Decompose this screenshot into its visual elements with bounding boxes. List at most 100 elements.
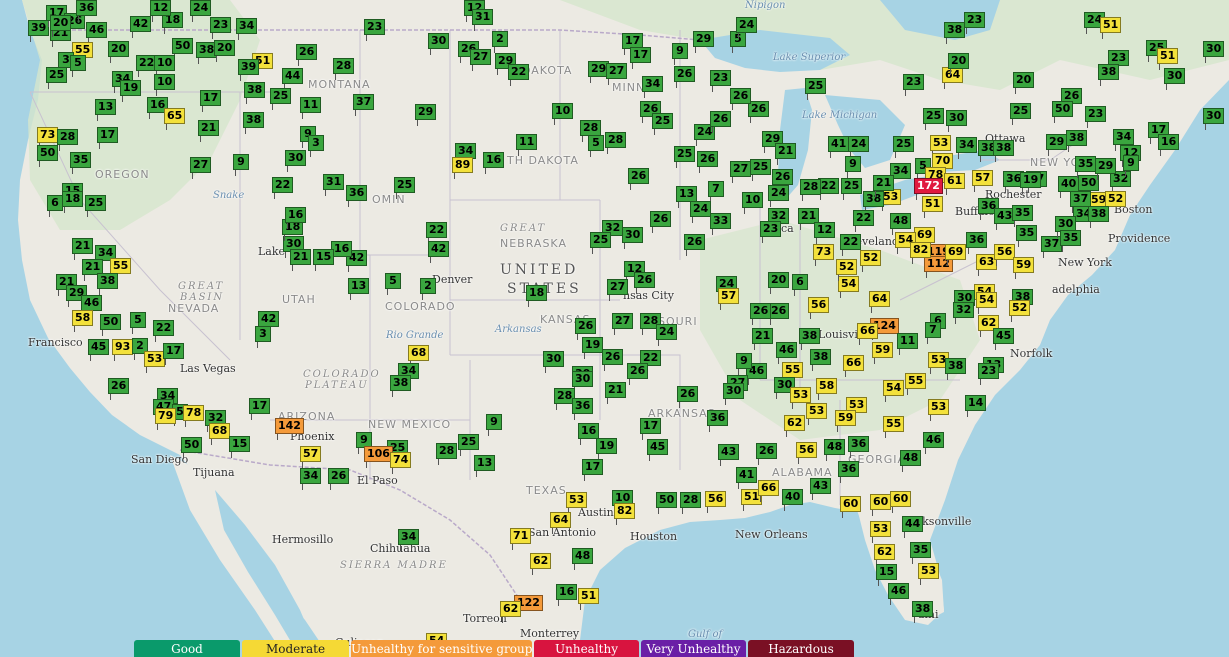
aqi-station-marker[interactable]: 13 — [348, 278, 370, 300]
aqi-station-marker[interactable]: 29 — [1046, 134, 1068, 156]
aqi-station-marker[interactable]: 46 — [81, 295, 103, 317]
aqi-station-marker[interactable]: 59 — [1013, 257, 1035, 279]
aqi-station-marker[interactable]: 5 — [588, 135, 604, 157]
aqi-station-marker[interactable]: 59 — [835, 410, 857, 432]
aqi-station-marker[interactable]: 48 — [900, 450, 922, 472]
aqi-station-marker[interactable]: 64 — [550, 512, 572, 534]
aqi-station-marker[interactable]: 16 — [285, 207, 307, 229]
aqi-station-marker[interactable]: 21 — [873, 175, 895, 197]
aqi-station-marker[interactable]: 23 — [964, 12, 986, 34]
aqi-station-marker[interactable]: 35 — [1075, 156, 1097, 178]
aqi-station-marker[interactable]: 25 — [590, 232, 612, 254]
aqi-station-marker[interactable]: 38 — [993, 140, 1015, 162]
aqi-station-marker[interactable]: 62 — [500, 601, 522, 623]
aqi-station-marker[interactable]: 35 — [1012, 205, 1034, 227]
aqi-station-marker[interactable]: 25 — [46, 67, 68, 89]
aqi-station-marker[interactable]: 64 — [942, 67, 964, 89]
aqi-station-marker[interactable]: 46 — [923, 432, 945, 454]
aqi-station-marker[interactable]: 35 — [1016, 225, 1038, 247]
aqi-station-marker[interactable]: 25 — [270, 88, 292, 110]
aqi-station-marker[interactable]: 34 — [1113, 129, 1135, 151]
aqi-station-marker[interactable]: 14 — [965, 395, 987, 417]
aqi-station-marker[interactable]: 89 — [452, 157, 474, 179]
aqi-station-marker[interactable]: 30 — [285, 150, 307, 172]
aqi-station-marker[interactable]: 7 — [708, 181, 724, 203]
aqi-station-marker[interactable]: 50 — [100, 314, 122, 336]
aqi-station-marker[interactable]: 26 — [628, 168, 650, 190]
aqi-station-marker[interactable]: 30 — [543, 351, 565, 373]
aqi-station-marker[interactable]: 43 — [718, 444, 740, 466]
aqi-station-marker[interactable]: 20 — [768, 272, 790, 294]
aqi-station-marker[interactable]: 16 — [578, 423, 600, 445]
aqi-station-marker[interactable]: 30 — [1203, 108, 1225, 130]
aqi-station-marker[interactable]: 38 — [945, 358, 967, 380]
aqi-station-marker[interactable]: 93 — [112, 339, 134, 361]
aqi-station-marker[interactable]: 26 — [697, 151, 719, 173]
aqi-station-marker[interactable]: 66 — [758, 480, 780, 502]
aqi-station-marker[interactable]: 28 — [436, 443, 458, 465]
aqi-station-marker[interactable]: 56 — [705, 491, 727, 513]
aqi-station-marker[interactable]: 13 — [474, 455, 496, 477]
aqi-station-marker[interactable]: 26 — [575, 318, 597, 340]
aqi-station-marker[interactable]: 30 — [572, 371, 594, 393]
aqi-station-marker[interactable]: 13 — [95, 99, 117, 121]
aqi-station-marker[interactable]: 24 — [736, 17, 758, 39]
aqi-station-marker[interactable]: 28 — [605, 132, 627, 154]
aqi-station-marker[interactable]: 53 — [566, 492, 588, 514]
aqi-station-marker[interactable]: 27 — [612, 313, 634, 335]
aqi-station-marker[interactable]: 11 — [300, 97, 322, 119]
aqi-station-marker[interactable]: 24 — [848, 136, 870, 158]
aqi-station-marker[interactable]: 50 — [37, 145, 59, 167]
aqi-station-marker[interactable]: 51 — [1157, 48, 1179, 70]
aqi-station-marker[interactable]: 46 — [776, 342, 798, 364]
aqi-station-marker[interactable]: 58 — [816, 378, 838, 400]
aqi-station-marker[interactable]: 15 — [313, 249, 335, 271]
aqi-station-marker[interactable]: 38 — [863, 191, 885, 213]
aqi-station-marker[interactable]: 51 — [578, 588, 600, 610]
aqi-station-marker[interactable]: 57 — [300, 446, 322, 468]
aqi-station-marker[interactable]: 23 — [1085, 106, 1107, 128]
aqi-station-marker[interactable]: 68 — [209, 423, 231, 445]
aqi-station-marker[interactable]: 68 — [408, 345, 430, 367]
aqi-station-marker[interactable]: 48 — [572, 548, 594, 570]
aqi-station-marker[interactable]: 28 — [580, 120, 602, 142]
aqi-station-marker[interactable]: 32 — [953, 302, 975, 324]
aqi-station-marker[interactable]: 26 — [634, 272, 656, 294]
aqi-station-marker[interactable]: 57 — [972, 170, 994, 192]
aqi-station-marker[interactable]: 26 — [328, 468, 350, 490]
aqi-station-marker[interactable]: 53 — [928, 399, 950, 421]
aqi-station-marker[interactable]: 54 — [883, 380, 905, 402]
aqi-station-marker[interactable]: 82 — [910, 242, 932, 264]
aqi-station-marker[interactable]: 25 — [841, 178, 863, 200]
aqi-station-marker[interactable]: 36 — [848, 436, 870, 458]
aqi-station-marker[interactable]: 53 — [790, 387, 812, 409]
aqi-station-marker[interactable]: 38 — [1066, 130, 1088, 152]
aqi-station-marker[interactable]: 26 — [772, 169, 794, 191]
aqi-station-marker[interactable]: 6 — [47, 195, 63, 217]
aqi-station-marker[interactable]: 28 — [333, 58, 355, 80]
aqi-station-marker[interactable]: 17 — [163, 343, 185, 365]
aqi-station-marker[interactable]: 21 — [72, 238, 94, 260]
aqi-station-marker[interactable]: 3 — [308, 135, 324, 157]
aqi-station-marker[interactable]: 66 — [857, 323, 879, 345]
aqi-station-marker[interactable]: 9 — [736, 353, 752, 375]
aqi-station-marker[interactable]: 62 — [530, 553, 552, 575]
aqi-station-marker[interactable]: 42 — [258, 311, 280, 333]
aqi-station-marker[interactable]: 10 — [552, 103, 574, 125]
aqi-station-marker[interactable]: 17 — [630, 47, 652, 69]
aqi-station-marker[interactable]: 25 — [805, 78, 827, 100]
aqi-station-marker[interactable]: 38 — [1098, 64, 1120, 86]
aqi-station-marker[interactable]: 20 — [1013, 72, 1035, 94]
aqi-station-marker[interactable]: 19 — [120, 80, 142, 102]
aqi-station-marker[interactable]: 50 — [656, 492, 678, 514]
aqi-station-marker[interactable]: 17 — [640, 418, 662, 440]
aqi-station-marker[interactable]: 74 — [390, 452, 412, 474]
aqi-station-marker[interactable]: 22 — [272, 177, 294, 199]
aqi-station-marker[interactable]: 35 — [910, 542, 932, 564]
aqi-station-marker[interactable]: 23 — [903, 74, 925, 96]
aqi-station-marker[interactable]: 36 — [966, 232, 988, 254]
aqi-station-marker[interactable]: 38 — [243, 112, 265, 134]
aqi-station-marker[interactable]: 38 — [799, 328, 821, 350]
aqi-station-marker[interactable]: 78 — [183, 405, 205, 427]
aqi-station-marker[interactable]: 60 — [890, 491, 912, 513]
